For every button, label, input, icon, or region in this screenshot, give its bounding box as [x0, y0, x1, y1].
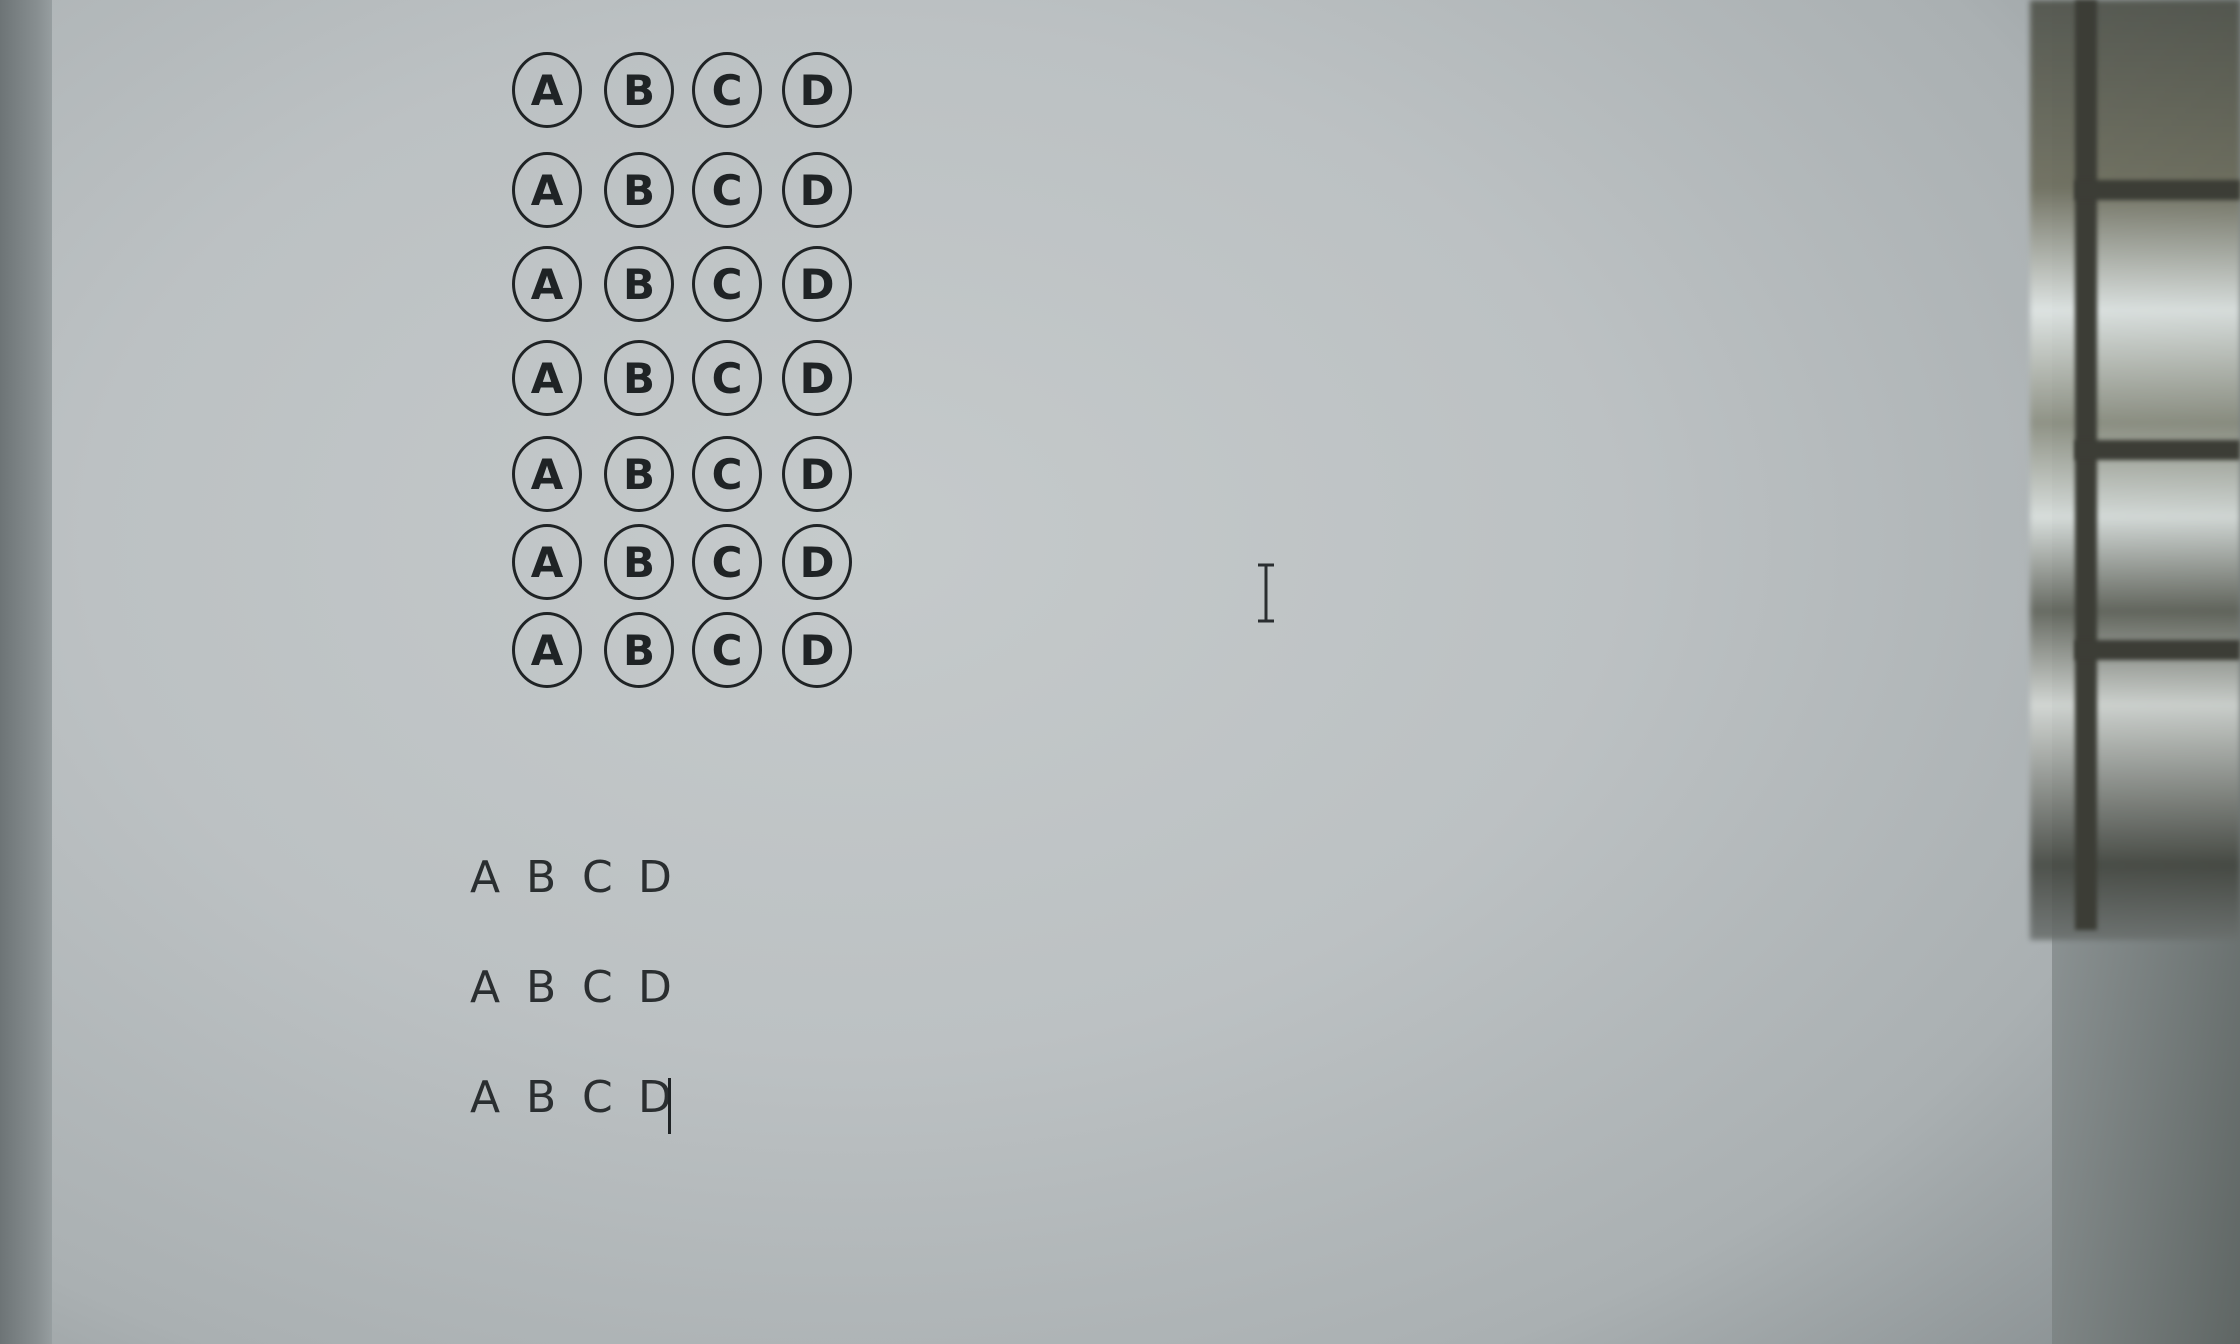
option-letter: D	[638, 1072, 674, 1123]
answer-bubble[interactable]: B	[604, 612, 674, 688]
answer-bubble[interactable]: C	[692, 246, 762, 322]
answer-bubble[interactable]: A	[512, 524, 582, 600]
answer-bubble[interactable]: D	[782, 340, 852, 416]
answer-bubble[interactable]: D	[782, 436, 852, 512]
window-frame-horizontal	[2075, 180, 2240, 200]
window-frame-horizontal	[2075, 440, 2240, 460]
answer-bubble[interactable]: D	[782, 52, 852, 128]
answer-bubble[interactable]: B	[604, 340, 674, 416]
option-letter: C	[582, 962, 615, 1013]
option-letter: C	[582, 852, 615, 903]
option-letter: B	[526, 852, 559, 903]
answer-bubble[interactable]: B	[604, 436, 674, 512]
i-beam-cursor-icon	[1258, 563, 1274, 623]
answer-bubble[interactable]: B	[604, 524, 674, 600]
answer-bubble[interactable]: C	[692, 524, 762, 600]
answer-bubble[interactable]: D	[782, 246, 852, 322]
answer-bubble[interactable]: A	[512, 152, 582, 228]
answer-bubble[interactable]: D	[782, 524, 852, 600]
answer-bubble[interactable]: C	[692, 52, 762, 128]
answer-bubble[interactable]: D	[782, 152, 852, 228]
answer-bubble[interactable]: C	[692, 436, 762, 512]
option-letter: B	[526, 1072, 559, 1123]
option-text-line[interactable]: ABCD	[470, 1072, 694, 1123]
window-frame-vertical	[2075, 0, 2097, 930]
option-letter: A	[470, 962, 503, 1013]
option-text-line[interactable]: ABCD	[470, 852, 694, 903]
answer-bubble[interactable]: B	[604, 246, 674, 322]
window-frame-horizontal	[2075, 640, 2240, 660]
option-text-line[interactable]: ABCD	[470, 962, 694, 1013]
answer-bubble[interactable]: C	[692, 612, 762, 688]
option-letter: B	[526, 962, 559, 1013]
background-window-reflection	[2030, 0, 2240, 940]
screen: A B C D A B C D A B C D A B C D A B C D	[0, 0, 2240, 1344]
answer-bubble[interactable]: B	[604, 152, 674, 228]
answer-bubble[interactable]: A	[512, 246, 582, 322]
left-window-edge	[0, 0, 52, 1344]
option-letter: D	[638, 962, 674, 1013]
option-letter: A	[470, 852, 503, 903]
answer-bubble[interactable]: A	[512, 612, 582, 688]
answer-bubble[interactable]: A	[512, 436, 582, 512]
answer-bubble[interactable]: A	[512, 340, 582, 416]
answer-bubble[interactable]: A	[512, 52, 582, 128]
answer-bubble[interactable]: C	[692, 340, 762, 416]
option-letter: D	[638, 852, 674, 903]
option-letter: C	[582, 1072, 615, 1123]
text-caret	[668, 1078, 671, 1134]
answer-bubble[interactable]: B	[604, 52, 674, 128]
answer-bubble[interactable]: D	[782, 612, 852, 688]
document-page[interactable]	[52, 0, 2052, 1344]
answer-bubble[interactable]: C	[692, 152, 762, 228]
option-letter: A	[470, 1072, 503, 1123]
